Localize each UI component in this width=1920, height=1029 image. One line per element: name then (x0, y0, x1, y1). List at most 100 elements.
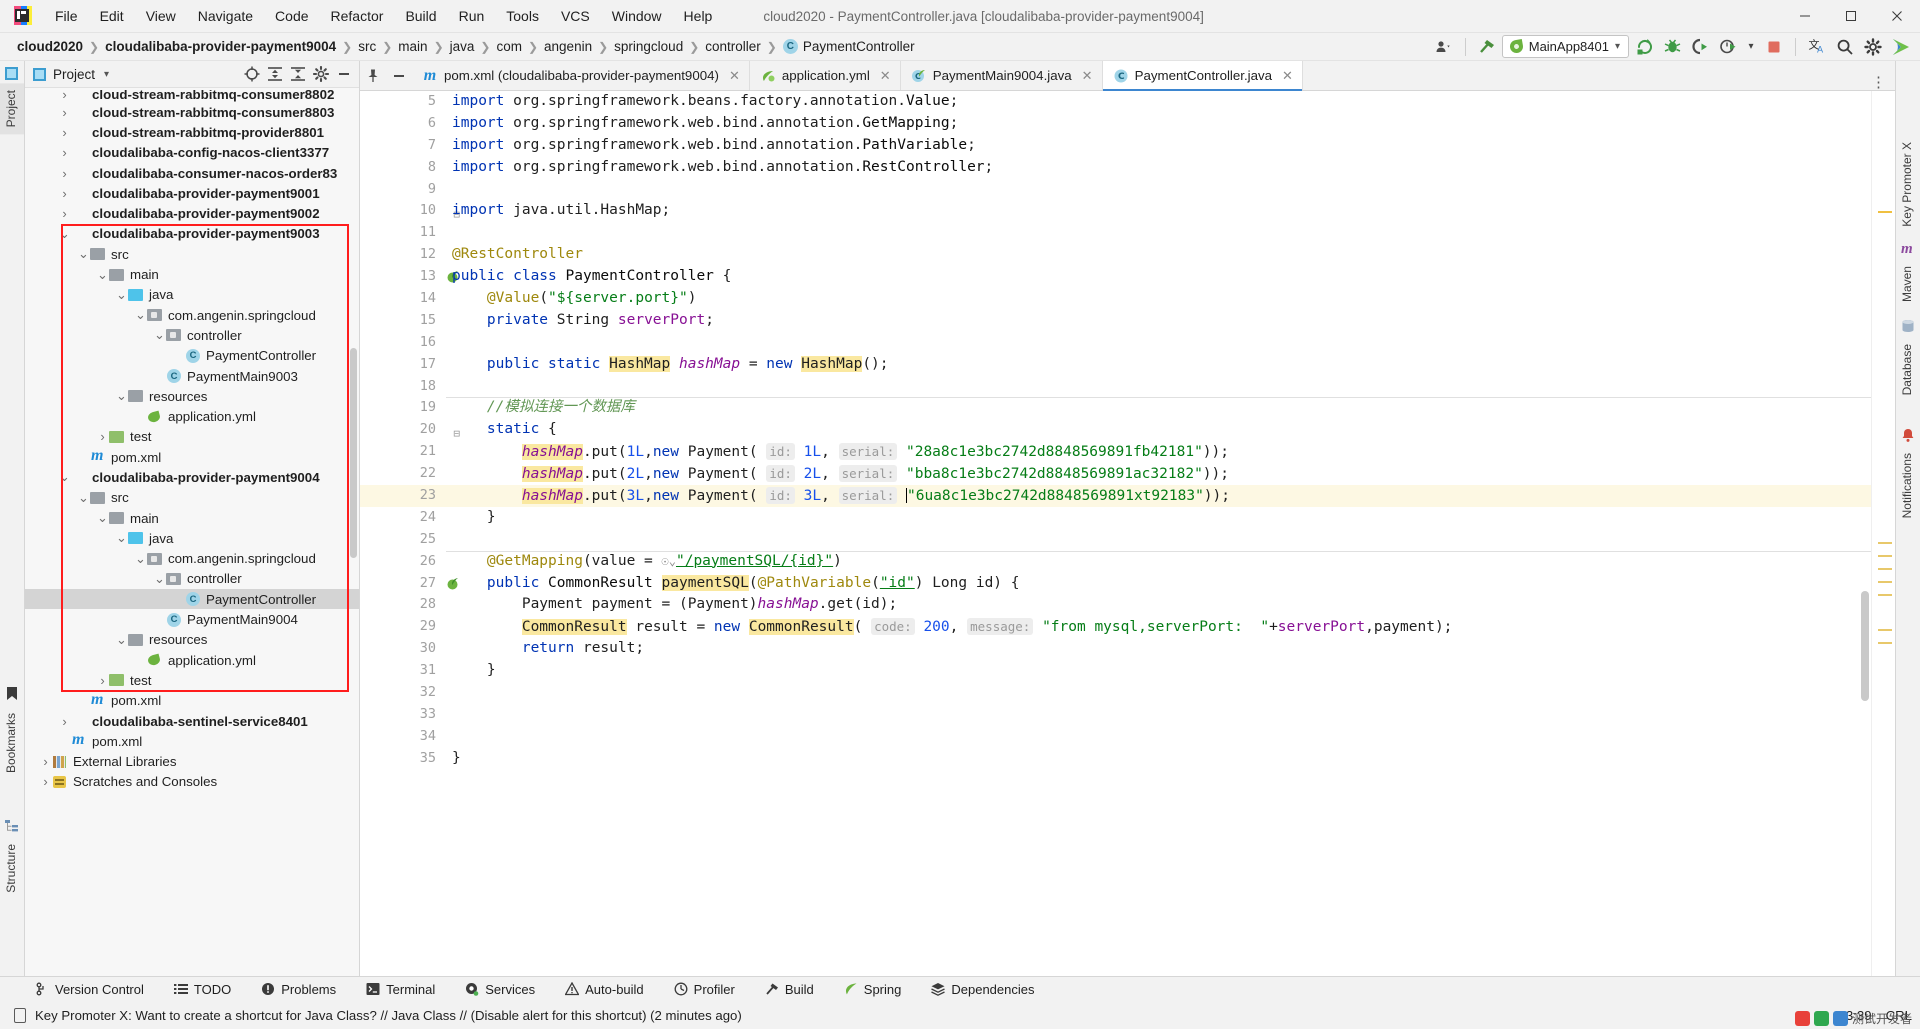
sidebar-item-project[interactable]: Project (0, 83, 24, 135)
gutter-line[interactable]: 18 (360, 376, 446, 398)
inspection-mark[interactable] (1878, 542, 1892, 544)
code-line[interactable]: private String serverPort; (446, 310, 1871, 332)
search-everywhere-icon[interactable] (1832, 35, 1858, 59)
tree-node[interactable]: › cloud-stream-rabbitmq-consumer8803 (25, 102, 359, 122)
play-media-icon[interactable] (1888, 35, 1914, 59)
menu-build[interactable]: Build (394, 4, 447, 28)
tree-node[interactable]: pom.xml (25, 731, 359, 751)
code-line[interactable]: @RestController (446, 244, 1871, 266)
chevron-right-icon[interactable]: › (58, 125, 71, 140)
bottom-tool-spring[interactable]: Spring (839, 980, 907, 999)
gutter-line[interactable]: 20 ⊟ (360, 419, 460, 441)
code-line[interactable] (446, 682, 1871, 704)
bottom-tool-auto-build[interactable]: Auto-build (560, 980, 649, 999)
gutter-line[interactable]: 21 (360, 441, 446, 463)
gutter-line[interactable]: 32 (360, 682, 446, 704)
bottom-tool-services[interactable]: Services (460, 980, 540, 999)
breadcrumb-item-main[interactable]: main (395, 38, 430, 55)
code-line[interactable]: //模拟连接一个数据库 (446, 397, 1871, 419)
gutter-line[interactable]: 19 (360, 397, 446, 419)
gutter-line[interactable]: 17 (360, 354, 446, 376)
code-line[interactable]: @GetMapping(value = ☉⌄"/paymentSQL/{id}"… (446, 550, 1871, 573)
chevron-down-icon[interactable]: ⌄ (153, 571, 166, 587)
menu-navigate[interactable]: Navigate (187, 4, 264, 28)
close-tab-icon[interactable]: ✕ (880, 68, 891, 84)
gutter-line[interactable]: 29 (360, 616, 446, 638)
tree-node[interactable]: › cloudalibaba-sentinel-service8401 (25, 711, 359, 731)
menu-vcs[interactable]: VCS (550, 4, 601, 28)
inspection-mark[interactable] (1878, 629, 1892, 631)
gutter-line[interactable]: 25 (360, 529, 446, 551)
chevron-down-icon[interactable]: ⌄ (115, 530, 128, 546)
bottom-tool-dependencies[interactable]: Dependencies (926, 980, 1039, 999)
sidebar-item-maven[interactable]: Maven (1895, 259, 1920, 309)
tree-node[interactable]: ⌄ src (25, 488, 359, 508)
inspection-analysis-strip[interactable]: 1 1 10 ⌃ ⌄ (1871, 91, 1895, 976)
breadcrumb-item-angenin[interactable]: angenin (541, 38, 595, 55)
breadcrumb-item-cloud2020[interactable]: cloud2020 (14, 38, 86, 55)
tree-node[interactable]: PaymentMain9003 (25, 366, 359, 386)
editor-gutter[interactable]: 5 6 7 8 9 10 ⊟ 11 12 13 14 15 16 17 18 19 20 ⊟ 21 22 23 24 25 2… (360, 91, 490, 976)
tree-node[interactable]: ⌄ main (25, 508, 359, 528)
bottom-tool-build[interactable]: Build (760, 980, 819, 999)
chevron-right-icon[interactable]: › (58, 105, 71, 120)
bottom-tool-terminal[interactable]: Terminal (361, 980, 440, 999)
tree-node[interactable]: › Scratches and Consoles (25, 772, 359, 792)
tree-node[interactable]: › cloud-stream-rabbitmq-consumer8802 (25, 90, 359, 102)
hide-tool-window-icon[interactable] (333, 63, 355, 85)
tree-node[interactable]: ⌄ controller (25, 569, 359, 589)
chevron-down-icon[interactable]: ⌄ (96, 267, 109, 283)
sidebar-item-bookmarks[interactable]: Bookmarks (0, 706, 24, 780)
gutter-line[interactable]: 6 (360, 113, 446, 135)
breadcrumb-item-springcloud[interactable]: springcloud (611, 38, 686, 55)
menu-view[interactable]: View (135, 4, 187, 28)
gutter-line[interactable]: 27 (360, 573, 458, 595)
chevron-down-icon[interactable]: ⌄ (96, 510, 109, 526)
menu-tools[interactable]: Tools (495, 4, 550, 28)
breadcrumb-item-cloudalibaba-provider-payment9004[interactable]: cloudalibaba-provider-payment9004 (102, 38, 339, 55)
tree-node[interactable]: › External Libraries (25, 752, 359, 772)
tree-node[interactable]: › test (25, 670, 359, 690)
sidebar-item-structure[interactable]: Structure (0, 837, 24, 900)
tree-node[interactable]: pom.xml (25, 447, 359, 467)
inspection-mark[interactable] (1878, 581, 1892, 583)
tree-node[interactable]: pom.xml (25, 691, 359, 711)
bottom-tool-problems[interactable]: Problems (256, 980, 341, 999)
chevron-down-icon[interactable]: ⌄ (58, 226, 71, 242)
gutter-line[interactable]: 22 (360, 463, 446, 485)
code-line[interactable]: CommonResult result = new CommonResult( … (446, 616, 1871, 638)
bottom-tool-profiler[interactable]: Profiler (669, 980, 740, 999)
close-tab-icon[interactable]: ✕ (1082, 68, 1093, 84)
tree-node[interactable]: ⌄ src (25, 244, 359, 264)
maximize-button[interactable] (1828, 0, 1874, 33)
debug-icon[interactable] (1659, 35, 1685, 59)
gutter-line[interactable]: 5 (360, 91, 446, 113)
project-tree[interactable]: › cloud-stream-rabbitmq-consumer8802 › clou… (25, 88, 359, 976)
chevron-right-icon[interactable]: › (39, 754, 52, 769)
minimize-button[interactable] (1782, 0, 1828, 33)
chevron-down-icon[interactable]: ⌄ (115, 388, 128, 404)
gutter-line[interactable]: 10 ⊟ (360, 200, 460, 222)
chevron-right-icon[interactable]: › (58, 90, 71, 102)
chevron-down-icon[interactable]: ⌄ (115, 287, 128, 303)
code-line[interactable]: import org.springframework.beans.factory… (446, 91, 1871, 113)
menu-run[interactable]: Run (448, 4, 496, 28)
tree-node[interactable]: ⌄ controller (25, 325, 359, 345)
tree-node[interactable]: PaymentController (25, 346, 359, 366)
gutter-line[interactable]: 26 (360, 551, 446, 573)
inspection-mark[interactable] (1878, 642, 1892, 644)
gutter-line[interactable]: 33 (360, 704, 446, 726)
code-line[interactable]: } (446, 660, 1871, 682)
collapse-all-icon[interactable] (287, 63, 309, 85)
code-line[interactable]: hashMap.put(1L,new Payment( id: 1L, seri… (446, 441, 1871, 463)
code-line[interactable]: static { (446, 419, 1871, 441)
tree-node[interactable]: › cloudalibaba-consumer-nacos-order83 (25, 163, 359, 183)
code-line[interactable]: } (446, 748, 1871, 770)
chevron-right-icon[interactable]: › (96, 673, 109, 688)
chevron-down-icon[interactable]: ⌄ (77, 246, 90, 262)
code-line[interactable]: return result; (446, 638, 1871, 660)
code-line[interactable]: Payment payment = (Payment)hashMap.get(i… (446, 594, 1871, 616)
breadcrumb-item-java[interactable]: java (447, 38, 478, 55)
chevron-right-icon[interactable]: › (39, 774, 52, 789)
code-line[interactable] (446, 726, 1871, 748)
